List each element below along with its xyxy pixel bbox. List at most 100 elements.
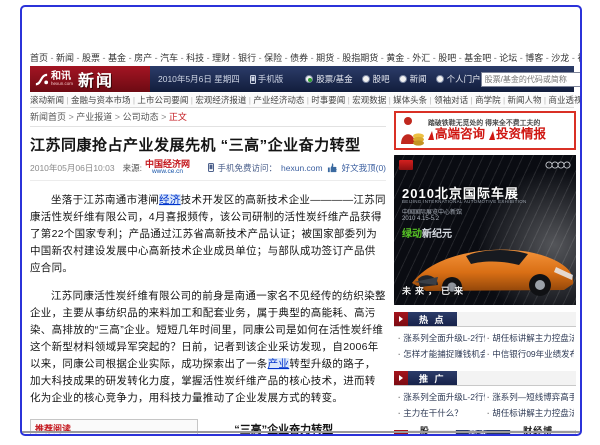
promo-section-header: 推 广 — [394, 371, 576, 386]
top-nav-link[interactable]: 房产 — [134, 53, 160, 63]
top-nav-link[interactable]: 保险 — [264, 53, 290, 63]
hot-link[interactable]: 怎样才能捕捉赚钱机会 — [398, 348, 485, 360]
top-nav-link[interactable]: 股指期货 — [342, 53, 386, 63]
sub-nav-link[interactable]: 商学院 — [475, 95, 507, 105]
hot-tab[interactable]: 热 点 — [408, 312, 457, 326]
auto-china-logo — [399, 160, 413, 170]
hot-link[interactable]: 胡任标讲解主力控盘法 — [487, 332, 574, 344]
breadcrumb: 新闻首页产业报道公司动态正文 — [30, 110, 386, 127]
sub-nav-link[interactable]: 上市公司要闻 — [137, 95, 195, 105]
hot-section-header: 热 点 — [394, 312, 576, 327]
keyword-link[interactable]: 经济 — [159, 194, 181, 206]
promo-link[interactable]: 涨系列全面升级L-2行情 — [398, 391, 485, 403]
auto-show-subtitle: BEIJING INTERNATIONAL AUTOMOTIVE EXHIBIT… — [402, 199, 527, 204]
top-nav-link[interactable]: 股票 — [82, 53, 108, 63]
news-sub-nav: 滚动新闻金融与资本市场上市公司要闻宏观经济报道产业经济动态时事要闻宏观数据媒体头… — [30, 93, 574, 108]
auto-show-tagline: 未来，已来 — [402, 284, 467, 297]
sidebar: 踏破铁鞋无觅处的 得来全不费工夫的 高端咨询 投资情报 2010北京国际车展 B… — [394, 111, 576, 436]
promo-link[interactable]: 主力在干什么？ — [398, 407, 485, 419]
sub-nav-link[interactable]: 商业透视 — [548, 95, 582, 105]
sub-nav-link[interactable]: 时事要闻 — [311, 95, 352, 105]
breadcrumb-item[interactable]: 新闻首页 — [30, 112, 76, 122]
hot-link[interactable]: 涨系列全面升级L-2行情 — [398, 332, 485, 344]
top-nav-link[interactable]: 理财 — [212, 53, 238, 63]
breadcrumb-item[interactable]: 公司动态 — [123, 112, 169, 122]
search-area: 和讯搜索 — [481, 71, 582, 87]
consulting-ad-banner[interactable]: 踏破铁鞋无觅处的 得来全不费工夫的 高端咨询 投资情报 — [394, 111, 576, 150]
arrow-icon — [394, 371, 408, 385]
promo-tab[interactable]: 推 广 — [408, 371, 457, 385]
top-nav-link[interactable]: 银行 — [238, 53, 264, 63]
source-label: 来源: — [123, 162, 142, 174]
header-date: 2010年5月6日 星期四 — [158, 73, 240, 85]
mobile-version-link[interactable]: 手机版 — [250, 73, 284, 85]
top-nav-link[interactable]: 股吧 — [438, 53, 464, 63]
keyword-link[interactable]: 产业 — [268, 358, 290, 370]
article-subtitle: “三高”企业奋力转型 — [210, 421, 386, 437]
recommended-title: 推荐阅读 — [31, 420, 197, 437]
sub-nav-link[interactable]: 金融与资本市场 — [71, 95, 137, 105]
article-bottom-row: 推荐阅读 北京车展十大 绝色美女车模 姿色远超兽兽 “三高”企业奋力转型 — [30, 419, 386, 437]
sub-nav-link[interactable]: 宏观经济报道 — [195, 95, 253, 105]
hexun-logo[interactable]: 和讯hexun.com 新闻 — [30, 66, 150, 92]
sub-nav-link[interactable]: 产业经济动态 — [253, 95, 311, 105]
arrow-icon — [394, 312, 408, 326]
ad-tagline: 踏破铁鞋无觅处的 得来全不费工夫的 — [428, 118, 540, 127]
top-nav-link[interactable]: 汽车 — [160, 53, 186, 63]
promo-link[interactable]: 涨系列—短线博弈高手 — [487, 391, 574, 403]
footer-divider — [22, 431, 580, 433]
sub-nav-link[interactable]: 滚动新闻 — [30, 95, 71, 105]
promo-link[interactable]: 胡任标讲解主力控盘法 — [487, 407, 574, 419]
top-nav-link[interactable]: 基金 — [108, 53, 134, 63]
sub-nav-link[interactable]: 新闻人物 — [508, 95, 549, 105]
triangle-icon — [428, 131, 434, 140]
top-nav-link[interactable]: 视点 — [577, 53, 582, 63]
top-nav-link[interactable]: 首页 — [30, 53, 56, 63]
radio-stock-fund[interactable]: 股票/基金 — [305, 73, 352, 85]
top-nav-link[interactable]: 博客 — [525, 53, 551, 63]
phone-icon — [250, 75, 256, 84]
hot-section: 热 点 涨系列全面升级L-2行情胡任标讲解主力控盘法怎样才能捕捉赚钱机会中信银行… — [394, 312, 576, 364]
article-meta: 2010年05月06日10:03 来源: 中国经济网www.ce.cn 手机免费… — [30, 160, 386, 181]
mobile-site-link[interactable]: hexun.com — [281, 163, 323, 173]
meta-right: 手机免费访问： hexun.com 好文我顶(0) — [208, 162, 387, 174]
thumb-up-icon — [327, 162, 338, 173]
ad-item-intel: 投资情报 — [489, 127, 546, 143]
auto-show-ad[interactable]: 2010北京国际车展 BEIJING INTERNATIONAL AUTOMOT… — [394, 155, 576, 305]
top-nav-link[interactable]: 期货 — [316, 53, 342, 63]
search-input[interactable] — [481, 72, 582, 87]
top-nav-link[interactable]: 沙龙 — [551, 53, 577, 63]
like-button[interactable]: 好文我顶(0) — [342, 162, 386, 174]
top-nav-link[interactable]: 债券 — [290, 53, 316, 63]
top-nav-link[interactable]: 基金吧 — [464, 53, 499, 63]
radio-portal[interactable]: 个人门户 — [436, 73, 481, 85]
hot-link[interactable]: 中信银行09年业绩发布 — [487, 348, 574, 360]
top-utility-nav: 首页新闻股票基金房产汽车科技理财银行保险债券期货股指期货黄金外汇股吧基金吧论坛博… — [30, 51, 574, 64]
ad-item-consulting: 高端咨询 — [428, 127, 485, 143]
top-nav-link[interactable]: 新闻 — [56, 53, 82, 63]
triangle-icon — [489, 131, 495, 140]
radio-dot — [305, 75, 313, 83]
promo-links: 涨系列全面升级L-2行情涨系列—短线博弈高手主力在干什么？胡任标讲解主力控盘法 — [394, 386, 576, 423]
article-column: 新闻首页产业报道公司动态正文 江苏同康抢占产业发展先机 “三高”企业奋力转型 2… — [30, 110, 386, 436]
radio-guba[interactable]: 股吧 — [362, 73, 390, 85]
top-nav-link[interactable]: 论坛 — [499, 53, 525, 63]
top-nav-link[interactable]: 科技 — [186, 53, 212, 63]
article-subsection: “三高”企业奋力转型 上世纪90年代以前，纺织企业由于较少考虑环境保护等相关成本… — [210, 419, 386, 437]
top-nav-link[interactable]: 黄金 — [386, 53, 412, 63]
advisor-coins-icon — [399, 115, 425, 146]
sub-nav-link[interactable]: 媒体头条 — [393, 95, 434, 105]
search-scope-radios: 股票/基金 股吧 新闻 个人门户 — [305, 73, 480, 85]
audi-rings-icon — [545, 161, 571, 169]
sub-nav-link[interactable]: 宏观数据 — [352, 95, 393, 105]
logo-news-text: 新闻 — [78, 67, 114, 91]
sub-nav-link[interactable]: 领袖对话 — [434, 95, 475, 105]
breadcrumb-item[interactable]: 产业报道 — [76, 112, 122, 122]
source-logo[interactable]: 中国经济网www.ce.cn — [145, 160, 190, 176]
mobile-access-label: 手机免费访问： — [218, 162, 278, 174]
top-nav-link[interactable]: 外汇 — [412, 53, 438, 63]
auto-show-venue: 中国国际展览中心新馆 — [402, 207, 462, 216]
top-nav-links: 首页新闻股票基金房产汽车科技理财银行保险债券期货股指期货黄金外汇股吧基金吧论坛博… — [30, 51, 582, 64]
radio-news[interactable]: 新闻 — [399, 73, 427, 85]
radio-dot — [362, 75, 370, 83]
